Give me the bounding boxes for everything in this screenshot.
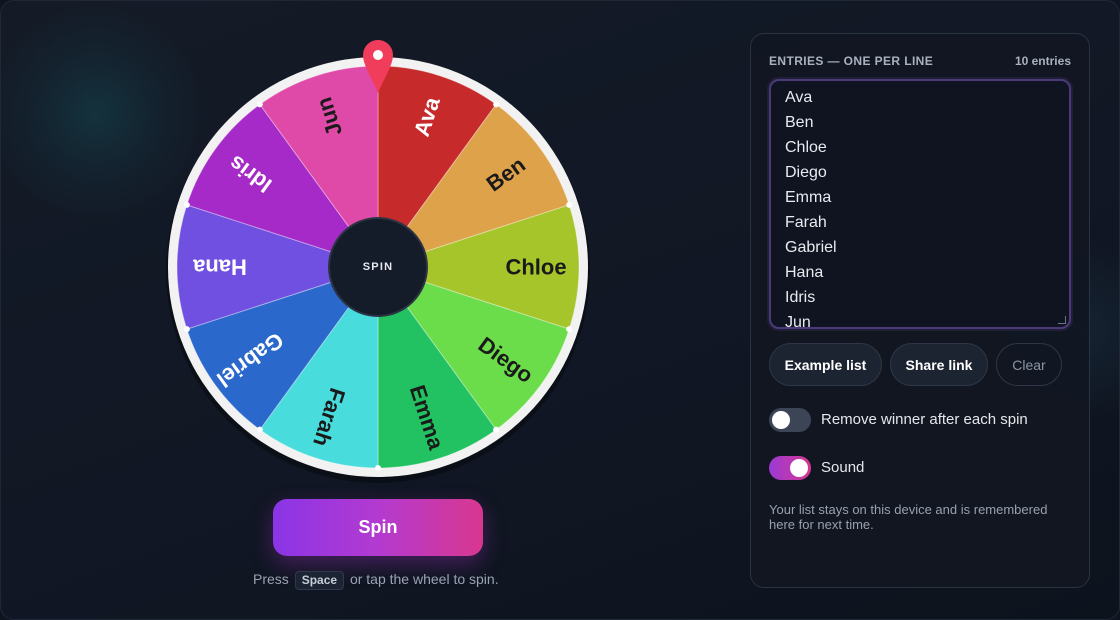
rim-dot xyxy=(256,426,263,433)
entry-line: Ben xyxy=(785,114,814,131)
resize-grip-icon[interactable] xyxy=(1058,316,1066,324)
entry-line: Jun xyxy=(785,314,811,329)
sound-label: Sound xyxy=(821,459,865,476)
remove-winner-label: Remove winner after each spin xyxy=(821,411,1028,428)
entry-line: Idris xyxy=(785,289,816,306)
toggle-knob xyxy=(772,411,790,429)
rim-dot xyxy=(256,101,263,108)
wheel-segment-label: Hana xyxy=(192,255,247,280)
entry-line: Emma xyxy=(785,189,832,206)
rim-dot xyxy=(493,426,500,433)
rim-dot xyxy=(183,201,190,208)
share-link-button[interactable]: Share link xyxy=(890,343,988,386)
hint-prefix: Press xyxy=(253,571,289,587)
rim-dot xyxy=(493,101,500,108)
entries-textarea[interactable]: Ava Ben Chloe Diego Emma Farah Gabriel H… xyxy=(769,79,1071,329)
entries-count: 10 entries xyxy=(1014,54,1071,68)
sound-toggle[interactable] xyxy=(769,456,811,480)
entry-line: Chloe xyxy=(785,139,827,156)
space-key-badge: Space xyxy=(294,571,345,590)
rim-dot xyxy=(183,326,190,333)
wheel-segment-label: Chloe xyxy=(505,255,566,280)
storage-note: Your list stays on this device and is re… xyxy=(769,502,1048,532)
toggle-knob xyxy=(790,459,808,477)
spin-hint: Press Space or tap the wheel to spin. xyxy=(253,571,499,590)
rim-dot xyxy=(566,201,573,208)
example-list-button[interactable]: Example list xyxy=(769,343,882,386)
hint-suffix: or tap the wheel to spin. xyxy=(349,571,499,587)
entry-line: Hana xyxy=(785,264,824,281)
spin-button[interactable]: Spin xyxy=(273,499,483,556)
pointer-dot xyxy=(373,50,383,60)
rim-dot xyxy=(566,326,573,333)
entry-line: Gabriel xyxy=(785,239,837,256)
clear-button[interactable]: Clear xyxy=(996,343,1062,386)
rim-dot xyxy=(375,465,381,471)
prize-wheel[interactable]: AvaBenChloeDiegoEmmaFarahGabrielHanaIdri… xyxy=(161,37,595,487)
entries-label: ENTRIES — ONE PER LINE xyxy=(769,54,934,68)
hub-spin-label: SPIN xyxy=(363,261,393,273)
entry-line: Diego xyxy=(785,164,827,181)
entry-line: Farah xyxy=(785,214,827,231)
entries-panel: ENTRIES — ONE PER LINE 10 entries Ava Be… xyxy=(750,33,1090,588)
app-frame: Ava Ben Chloe Diego Emma Farah Gabriel Hana Idri… xyxy=(0,0,1120,620)
remove-winner-toggle[interactable] xyxy=(769,408,811,432)
entry-line: Ava xyxy=(785,89,813,106)
